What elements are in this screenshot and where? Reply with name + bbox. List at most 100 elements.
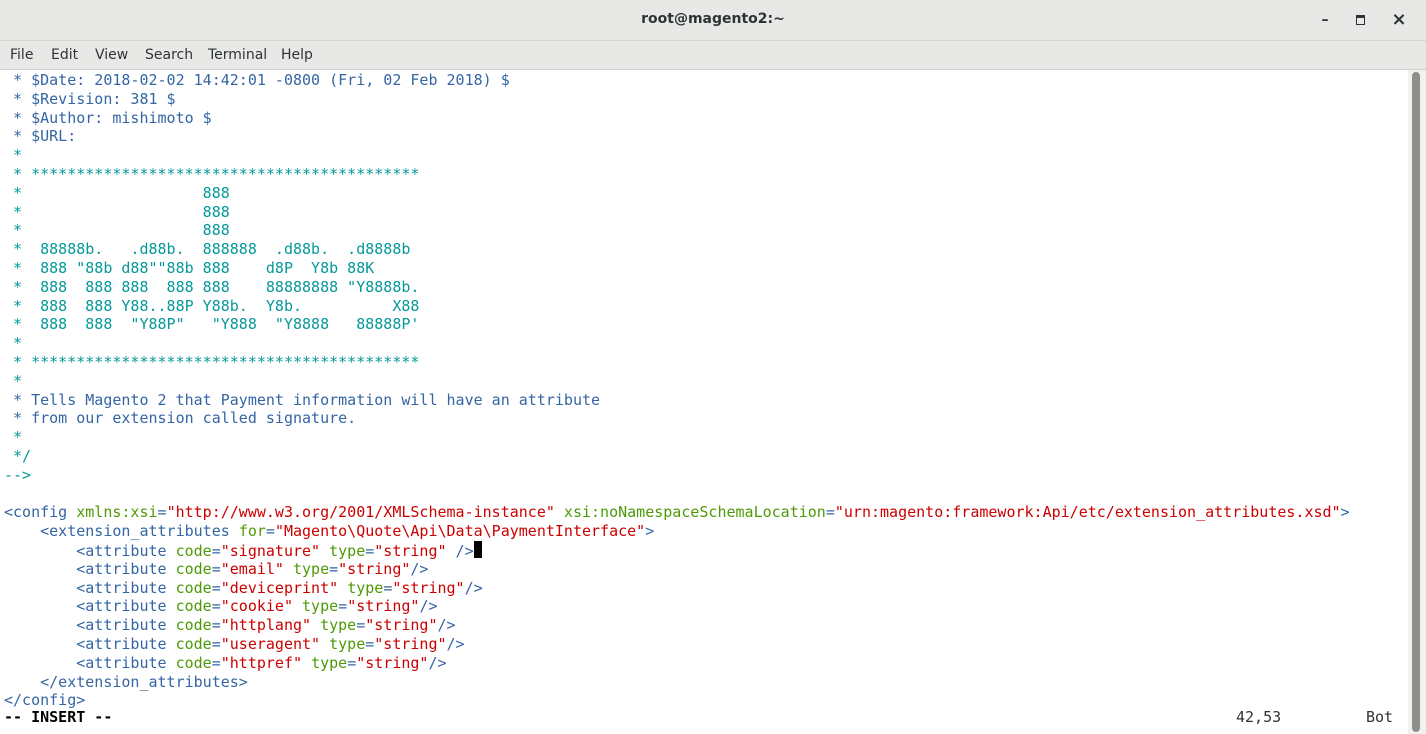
- terminal-text: <attribute: [4, 653, 176, 672]
- terminal-text: * 888: [4, 221, 230, 240]
- terminal-text: =: [211, 597, 221, 616]
- terminal-text: />: [428, 653, 447, 672]
- terminal-line: * $Revision: 381 $: [4, 90, 176, 109]
- terminal-text: type: [311, 653, 348, 672]
- terminal-line: * Tells Magento 2 that Payment informati…: [4, 391, 600, 410]
- terminal-text: =: [365, 635, 375, 653]
- terminal-text: * from our extension called signature.: [4, 409, 357, 428]
- terminal-area[interactable]: * $Date: 2018-02-02 14:42:01 -0800 (Fri,…: [0, 70, 1408, 734]
- terminal-text: "cookie": [220, 597, 293, 616]
- terminal-line: * **************************************…: [4, 353, 419, 372]
- terminal-text: =: [383, 578, 393, 597]
- terminal-text: * $Author: mishimoto $: [4, 108, 212, 127]
- minimize-button[interactable]: –: [1313, 8, 1337, 32]
- terminal-text: type: [347, 578, 384, 597]
- terminal-text: * 888 888 888 888 888 88888888 "Y8888b.: [4, 277, 420, 296]
- terminal-text: =: [211, 559, 221, 578]
- terminal-text: code: [175, 635, 212, 653]
- terminal-text: * **************************************…: [4, 165, 420, 183]
- terminal-text: =: [211, 653, 221, 672]
- terminal-line: * $Date: 2018-02-02 14:42:01 -0800 (Fri,…: [4, 71, 510, 90]
- terminal-line: <attribute code="httpref" type="string"/…: [4, 653, 447, 673]
- terminal-text: "string": [356, 653, 429, 672]
- terminal-text: "signature": [220, 542, 321, 560]
- terminal-text: "httplang": [220, 616, 312, 635]
- menu-file[interactable]: File: [10, 47, 33, 63]
- terminal-line: *: [4, 372, 22, 391]
- terminal-text: * $URL:: [4, 127, 77, 146]
- terminal-line: </extension_attributes>: [4, 673, 248, 692]
- terminal-text: =: [356, 616, 366, 635]
- terminal-text: =: [825, 503, 835, 522]
- terminal-text: * 888 888 "Y88P" "Y888 "Y8888 88888P': [4, 315, 420, 334]
- terminal-text: <attribute: [4, 542, 176, 560]
- terminal-text: =: [157, 503, 167, 522]
- menu-terminal[interactable]: Terminal: [208, 47, 267, 63]
- terminal-text: "string": [365, 616, 438, 635]
- menu-help[interactable]: Help: [281, 47, 313, 63]
- terminal-text: />: [446, 635, 465, 653]
- terminal-line: <attribute code="cookie" type="string"/>: [4, 597, 437, 616]
- terminal-text: xmlns:xsi: [76, 503, 158, 522]
- maximize-button[interactable]: [1348, 8, 1372, 32]
- text-cursor: [473, 541, 482, 558]
- window-title: root@magento2:~: [641, 11, 785, 27]
- terminal-text: -->: [4, 465, 32, 484]
- terminal-text: <extension_attributes: [4, 522, 239, 541]
- terminal-line: <attribute code="deviceprint" type="stri…: [4, 578, 483, 598]
- terminal-text: * 888: [4, 183, 230, 202]
- terminal-scrollbar[interactable]: [1408, 70, 1426, 734]
- terminal-text: code: [175, 559, 212, 578]
- menu-bar: File Edit View Search Terminal Help: [0, 41, 1426, 70]
- terminal-line: * $URL:: [4, 127, 76, 146]
- terminal-text: "http://www.w3.org/2001/XMLSchema-instan…: [166, 503, 555, 522]
- terminal-text: * $Date: 2018-02-02 14:42:01 -0800 (Fri,…: [4, 71, 510, 89]
- terminal-text: * 888 888 Y88..88P Y88b. Y8b. X88: [4, 296, 420, 315]
- terminal-line: * 888 888 888 888 888 88888888 "Y8888b.: [4, 278, 419, 297]
- scrollbar-thumb[interactable]: [1412, 72, 1420, 732]
- terminal-text: "string": [374, 635, 447, 653]
- terminal-text: * 88888b. .d88b. 888888 .d88b. .d8888b: [4, 240, 411, 259]
- terminal-line: <attribute code="signature" type="string…: [4, 541, 482, 560]
- terminal-text: />: [410, 559, 429, 578]
- terminal-text: code: [175, 653, 212, 672]
- terminal-line: * **************************************…: [4, 165, 419, 184]
- menu-view[interactable]: View: [95, 47, 128, 63]
- terminal-text: />: [464, 578, 483, 597]
- terminal-line: * 88888b. .d88b. 888888 .d88b. .d8888b: [4, 240, 410, 259]
- terminal-text: >: [645, 522, 655, 541]
- terminal-line: <config xmlns:xsi="http://www.w3.org/200…: [4, 503, 1350, 522]
- terminal-text: =: [347, 653, 357, 672]
- terminal-text: */: [4, 447, 32, 465]
- terminal-line: * 888: [4, 221, 230, 240]
- terminal-text: <config: [4, 503, 77, 522]
- terminal-text: code: [175, 578, 212, 597]
- terminal-text: "string": [347, 597, 420, 616]
- terminal-text: </config>: [4, 691, 86, 710]
- terminal-text: "string": [338, 559, 411, 578]
- scroll-indicator: Bot: [1366, 708, 1394, 726]
- terminal-text: =: [211, 542, 221, 560]
- menu-edit[interactable]: Edit: [51, 47, 78, 63]
- terminal-text: code: [175, 597, 212, 616]
- terminal-text: for: [238, 522, 266, 541]
- terminal-text: xsi:noNamespaceSchemaLocation: [563, 503, 826, 522]
- terminal-text: *: [4, 146, 23, 165]
- menu-search[interactable]: Search: [145, 47, 193, 63]
- terminal-text: * 888: [4, 202, 230, 221]
- terminal-line: <attribute code="httplang" type="string"…: [4, 616, 455, 635]
- terminal-line: * 888: [4, 203, 230, 222]
- close-button[interactable]: ×: [1387, 8, 1411, 32]
- terminal-line: <extension_attributes for="Magento\Quote…: [4, 522, 654, 541]
- terminal-text: * Tells Magento 2 that Payment informati…: [4, 390, 601, 409]
- terminal-text: =: [265, 522, 275, 541]
- maximize-icon: [1355, 15, 1365, 25]
- terminal-line: <attribute code="email" type="string"/>: [4, 560, 428, 579]
